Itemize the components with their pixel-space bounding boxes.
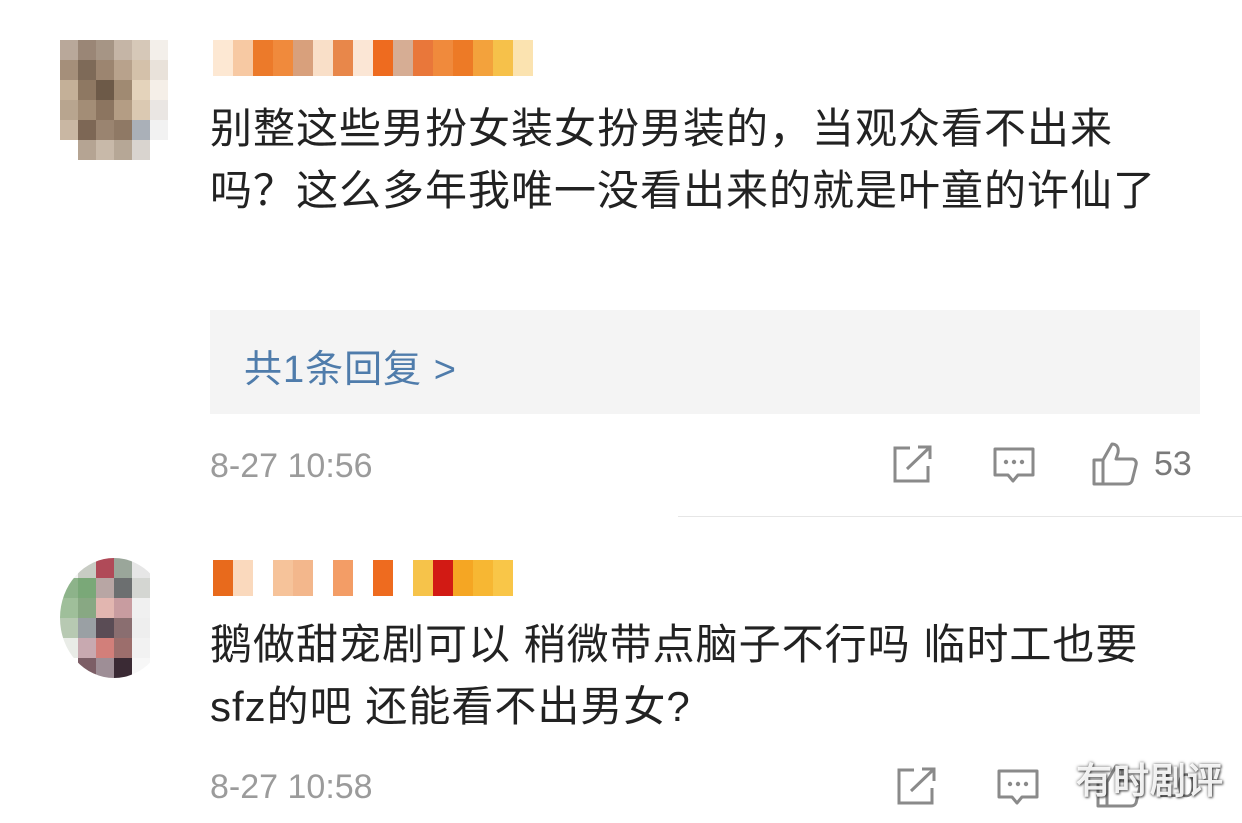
share-icon [897,767,936,805]
comment-icon [997,769,1039,805]
comment-item: 鹅做甜宠剧可以 稍微带点脑子不行吗 临时工也要sfz的吧 还能看不出男女? 8-… [0,0,1242,823]
comment-text: 鹅做甜宠剧可以 稍微带点脑子不行吗 临时工也要sfz的吧 还能看不出男女? [210,621,1139,730]
comment-button[interactable] [996,767,1040,809]
watermark: 有时剧评 [1075,760,1224,801]
comment-feed: 别整这些男扮女装女扮男装的，当观众看不出来吗？这么多年我唯一没看出来的就是叶童的… [0,0,1242,823]
share-button[interactable] [894,766,938,808]
avatar[interactable] [60,558,168,678]
comment-time: 8-27 10:58 [210,768,373,806]
username-blurred[interactable] [213,560,533,596]
